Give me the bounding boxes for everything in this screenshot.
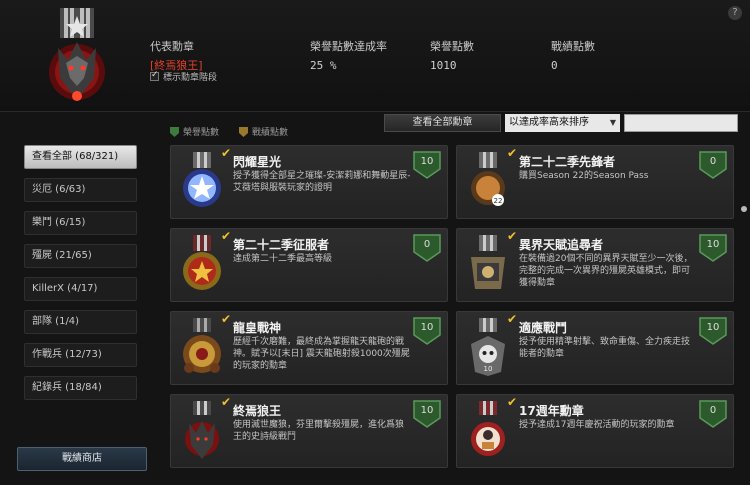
sidebar-item-all[interactable]: 查看全部 (68/321) — [24, 145, 137, 169]
otherworld-medal-icon — [471, 235, 505, 289]
honor-points-badge: 0 — [699, 151, 727, 179]
medal-grid: ✔ 閃耀星光 授予獲得全部星之璀璨-安潔莉娜和舞動星辰-艾薇塔與服裝玩家的證明 … — [170, 145, 740, 475]
medal-title: 異界天賦追尋者 — [519, 238, 604, 252]
medal-description: 授予達成17週年慶祝活動的玩家的勳章 — [519, 420, 675, 430]
view-all-medals-button[interactable]: 查看全部勳章 — [384, 114, 501, 132]
medal-title: 龍皇戰神 — [233, 321, 282, 335]
svg-text:10: 10 — [484, 365, 493, 373]
star-medal-icon — [183, 152, 221, 207]
sort-dropdown-value: 以達成率高來排序 — [509, 117, 589, 128]
medal-description: 使用滅世魔狼，芬里爾擊殺殭屍，進化爲狼王的史詩級戰鬥 — [233, 420, 405, 442]
representative-medal-info: 代表勳章 [終焉狼王] — [150, 38, 203, 73]
achieved-check-icon: ✔ — [507, 312, 518, 326]
sort-dropdown[interactable]: 以達成率高來排序 ▼ — [505, 114, 620, 132]
medal-points: 0 — [709, 156, 717, 167]
scrollbar-thumb[interactable] — [741, 206, 747, 212]
dragon-medal-icon — [183, 318, 221, 373]
honor-points-badge: 10 — [413, 151, 441, 179]
medal-card[interactable]: ✔ 異界天賦追尋者 在裝備過20個不同的異界天賦至少一次後，完整的完成一次異界的… — [456, 228, 734, 302]
medal-points: 10 — [420, 322, 434, 333]
medal-title: 適應戰鬥 — [519, 321, 568, 335]
medal-card[interactable]: 22 ✔ 第二十二季先鋒者 購買Season 22的Season Pass 0 — [456, 145, 734, 219]
sidebar-item-disaster[interactable]: 災厄 (6/63) — [24, 178, 137, 202]
help-button[interactable]: ? — [728, 6, 742, 20]
search-input[interactable] — [624, 114, 738, 132]
record-points-label: 戰績點數 — [551, 40, 595, 53]
medal-points: 10 — [706, 322, 720, 333]
record-shop-button[interactable]: 戰績商店 — [17, 447, 147, 471]
medal-card[interactable]: 10 ✔ 適應戰鬥 授予使用精準射擊、致命重傷、全力疾走技能者的勳章 10 — [456, 311, 734, 385]
achieved-check-icon: ✔ — [507, 229, 518, 243]
medal-description: 達成第二十二季最高等級 — [233, 254, 333, 264]
achieved-check-icon: ✔ — [221, 312, 232, 326]
conqueror-medal-icon — [183, 235, 221, 290]
achieved-check-icon: ✔ — [221, 395, 232, 409]
wolf-medal-icon — [185, 401, 219, 459]
medal-card[interactable]: ✔ 第二十二季征服者 達成第二十二季最高等級 0 — [170, 228, 448, 302]
honor-rate-label: 榮譽點數達成率 — [310, 40, 387, 53]
record-points-stat: 戰績點數 0 — [551, 38, 595, 72]
green-shield-icon — [170, 126, 179, 137]
svg-text:22: 22 — [494, 197, 503, 205]
skull-medal-icon: 10 — [471, 318, 505, 376]
show-level-checkbox[interactable] — [150, 70, 159, 81]
honor-points-badge: 0 — [413, 234, 441, 262]
achieved-check-icon: ✔ — [221, 146, 232, 160]
medal-points: 10 — [420, 405, 434, 416]
honor-points-badge: 10 — [699, 317, 727, 345]
honor-rate-stat: 榮譽點數達成率 25 % — [310, 38, 387, 72]
honor-points-value: 1010 — [430, 59, 457, 72]
medal-title: 第二十二季先鋒者 — [519, 155, 616, 169]
medal-title: 第二十二季征服者 — [233, 238, 330, 252]
legend-record: 戰績點數 — [239, 125, 288, 138]
medal-title: 閃耀星光 — [233, 155, 282, 169]
medal-description: 購買Season 22的Season Pass — [519, 171, 649, 181]
legend-honor-label: 榮譽點數 — [183, 128, 220, 138]
rep-medal-label: 代表勳章 — [150, 40, 194, 53]
medal-points: 0 — [709, 405, 717, 416]
achieved-check-icon: ✔ — [507, 395, 518, 409]
sidebar-item-combat[interactable]: 作戰兵 (12/73) — [24, 343, 137, 367]
medal-description: 在裝備過20個不同的異界天賦至少一次後，完整的完成一次異界的殭屍英雄模式，即可獲… — [519, 254, 693, 288]
medal-card[interactable]: ✔ 閃耀星光 授予獲得全部星之璀璨-安潔莉娜和舞動星辰-艾薇塔與服裝玩家的證明 … — [170, 145, 448, 219]
sidebar-item-clan[interactable]: 部隊 (1/4) — [24, 310, 137, 334]
honor-points-badge: 10 — [699, 234, 727, 262]
sidebar-item-killerx[interactable]: KillerX (4/17) — [24, 277, 137, 301]
medal-points: 10 — [420, 156, 434, 167]
honor-points-stat: 榮譽點數 1010 — [430, 38, 474, 72]
show-level-toggle[interactable]: 標示勳章階段 — [150, 70, 217, 83]
medal-description: 授予使用精準射擊、致命重傷、全力疾走技能者的勳章 — [519, 337, 691, 359]
medal-description: 歷經千次磨難，最終成為掌握龍天龍砲的戰神。賦予以[末日] 震天龍砲射殺1000次… — [233, 337, 410, 371]
achieved-check-icon: ✔ — [507, 146, 518, 160]
medal-title: 17週年勳章 — [519, 404, 584, 418]
legend-record-label: 戰績點數 — [252, 128, 289, 138]
gold-shield-icon — [239, 126, 248, 137]
achieved-check-icon: ✔ — [221, 229, 232, 243]
medal-card[interactable]: ✔ 龍皇戰神 歷經千次磨難，最終成為掌握龍天龍砲的戰神。賦予以[末日] 震天龍砲… — [170, 311, 448, 385]
medal-card[interactable]: ✔ 終焉狼王 使用滅世魔狼，芬里爾擊殺殭屍，進化爲狼王的史詩級戰鬥 10 — [170, 394, 448, 468]
header-panel: ? 代表勳章 [終焉狼王] 標示勳章階段 榮譽點數達成率 25 % 榮譽點數 1… — [0, 0, 750, 112]
medal-card[interactable]: ✔ 17週年勳章 授予達成17週年慶祝活動的玩家的勳章 0 — [456, 394, 734, 468]
anniversary-medal-icon — [471, 401, 505, 456]
show-level-label: 標示勳章階段 — [163, 73, 218, 83]
sidebar-item-zombie[interactable]: 殭屍 (21/65) — [24, 244, 137, 268]
honor-rate-value: 25 % — [310, 59, 337, 72]
sidebar-item-fun-fight[interactable]: 樂鬥 (6/15) — [24, 211, 137, 235]
record-points-value: 0 — [551, 59, 558, 72]
medal-points: 0 — [423, 239, 431, 250]
honor-points-label: 榮譽點數 — [430, 40, 474, 53]
sidebar-item-record[interactable]: 紀錄兵 (18/84) — [24, 376, 137, 400]
honor-points-badge: 0 — [699, 400, 727, 428]
legend-honor: 榮譽點數 — [170, 125, 219, 138]
honor-points-badge: 10 — [413, 400, 441, 428]
medal-title: 終焉狼王 — [233, 404, 282, 418]
medal-description: 授予獲得全部星之璀璨-安潔莉娜和舞動星辰-艾薇塔與服裝玩家的證明 — [233, 171, 411, 193]
honor-points-badge: 10 — [413, 317, 441, 345]
representative-medal-image — [49, 8, 105, 101]
season-medal-icon: 22 — [471, 152, 505, 206]
category-sidebar: 查看全部 (68/321) 災厄 (6/63) 樂鬥 (6/15) 殭屍 (21… — [17, 145, 142, 409]
chevron-down-icon: ▼ — [609, 118, 616, 127]
medal-points: 10 — [706, 239, 720, 250]
